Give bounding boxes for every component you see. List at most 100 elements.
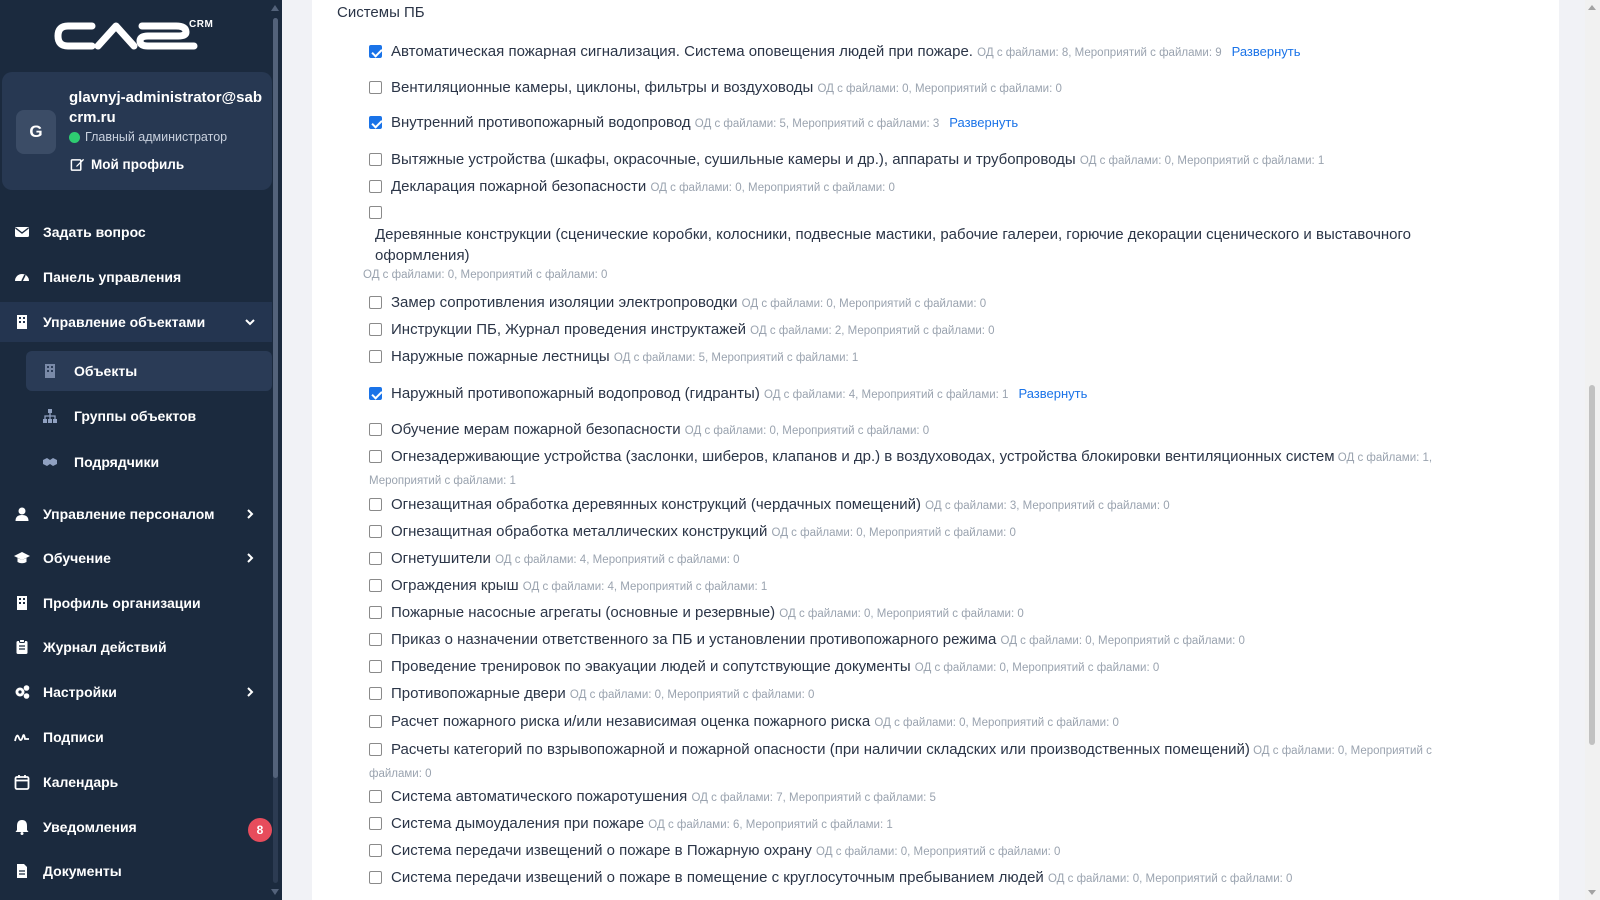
item-checkbox[interactable] bbox=[369, 552, 382, 565]
nav-documents[interactable]: Документы bbox=[0, 851, 272, 891]
item-checkbox[interactable] bbox=[369, 180, 382, 193]
nav-action-log[interactable]: Журнал действий bbox=[0, 627, 272, 667]
item-checkbox[interactable] bbox=[369, 350, 382, 363]
scroll-up-arrow-icon[interactable] bbox=[271, 5, 279, 11]
nav-training-label: Обучение bbox=[43, 550, 111, 566]
item-checkbox[interactable] bbox=[369, 817, 382, 830]
nav-signatures-label: Подписи bbox=[43, 729, 104, 745]
nav-calendar[interactable]: Календарь bbox=[0, 762, 272, 802]
chevron-down-icon bbox=[245, 319, 255, 326]
item-checkbox[interactable] bbox=[369, 871, 382, 884]
nav-object-groups[interactable]: Группы объектов bbox=[26, 396, 272, 436]
handshake-icon bbox=[43, 458, 57, 466]
item-file-stats: ОД с файлами: 0, Мероприятий с файлами: … bbox=[771, 527, 1016, 539]
item-checkbox[interactable] bbox=[369, 423, 382, 436]
item-label: Автоматическая пожарная сигнализация. Си… bbox=[391, 43, 973, 60]
sidebar: CRM G glavnyj-administrator@sabcrm.ru Гл… bbox=[0, 0, 282, 900]
item-checkbox[interactable] bbox=[369, 660, 382, 673]
nav-objects-management[interactable]: Управление объектами bbox=[0, 302, 272, 342]
graduation-cap-icon bbox=[14, 552, 30, 564]
nav-ask-question-label: Задать вопрос bbox=[43, 224, 146, 240]
edit-icon bbox=[70, 158, 85, 171]
item-label: Обучение мерам пожарной безопасности bbox=[391, 421, 681, 438]
building-icon bbox=[17, 596, 27, 610]
item-checkbox[interactable] bbox=[369, 579, 382, 592]
item-file-stats: ОД с файлами: 0, Мероприятий с файлами: … bbox=[1047, 873, 1293, 885]
expand-link[interactable]: Развернуть bbox=[1018, 386, 1087, 401]
nav-org-profile[interactable]: Профиль организации bbox=[0, 583, 272, 623]
item-text: Огнетушители ОД с файлами: 4, Мероприяти… bbox=[391, 548, 1496, 571]
nav-settings[interactable]: Настройки bbox=[0, 672, 272, 712]
item-text: Система передачи извещений о пожаре в По… bbox=[391, 840, 1496, 863]
scrollbar-thumb[interactable] bbox=[1589, 385, 1595, 745]
section-title: Системы ПБ bbox=[337, 4, 425, 21]
expand-link[interactable]: Развернуть bbox=[949, 115, 1018, 130]
item-file-stats: ОД с файлами: 0, Мероприятий с файлами: … bbox=[1079, 155, 1325, 167]
item-file-stats: ОД с файлами: 4, Мероприятий с файлами: … bbox=[764, 389, 1009, 401]
item-file-stats: ОД с файлами: 0, Мероприятий с файлами: … bbox=[779, 608, 1024, 620]
scrollbar-thumb[interactable] bbox=[273, 18, 278, 778]
item-label: Огнезащитная обработка деревянных констр… bbox=[391, 496, 921, 513]
item-checkbox[interactable] bbox=[369, 206, 382, 219]
item-label: Огнезадерживающие устройства (заслонки, … bbox=[391, 448, 1335, 465]
scroll-down-arrow-icon[interactable] bbox=[1588, 890, 1596, 895]
item-checkbox[interactable] bbox=[369, 296, 382, 309]
nav-dashboard[interactable]: Панель управления bbox=[0, 257, 272, 297]
item-text: Расчеты категорий по взрывопожарной и по… bbox=[369, 739, 1484, 785]
item-checkbox[interactable] bbox=[369, 790, 382, 803]
nav-notifications[interactable]: Уведомления bbox=[0, 807, 272, 847]
item-text: Приказ о назначении ответственного за ПБ… bbox=[391, 629, 1496, 652]
nav-staff-management[interactable]: Управление персоналом bbox=[0, 494, 272, 534]
item-checkbox[interactable] bbox=[369, 323, 382, 336]
item-checkbox[interactable] bbox=[369, 116, 382, 129]
item-file-stats: ОД с файлами: 0, Мероприятий с файлами: … bbox=[817, 83, 1062, 95]
item-file-stats: ОД с файлами: 7, Мероприятий с файлами: … bbox=[691, 792, 936, 804]
item-text: Огнезадерживающие устройства (заслонки, … bbox=[369, 446, 1484, 492]
item-text: Автоматическая пожарная сигнализация. Си… bbox=[391, 41, 1496, 64]
nav-ask-question[interactable]: Задать вопрос bbox=[0, 212, 272, 252]
avatar[interactable]: G bbox=[16, 110, 56, 154]
my-profile-link[interactable]: Мой профиль bbox=[70, 157, 184, 172]
item-checkbox[interactable] bbox=[369, 633, 382, 646]
item-text: Ограждения крыш ОД с файлами: 4, Меропри… bbox=[391, 575, 1496, 598]
item-checkbox[interactable] bbox=[369, 45, 382, 58]
scroll-up-arrow-icon[interactable] bbox=[1588, 5, 1596, 10]
nav-staff-management-label: Управление персоналом bbox=[43, 506, 215, 522]
calendar-icon bbox=[14, 775, 30, 790]
item-checkbox[interactable] bbox=[369, 687, 382, 700]
nav-action-log-label: Журнал действий bbox=[43, 639, 167, 655]
item-checkbox[interactable] bbox=[369, 81, 382, 94]
item-text: Наружные пожарные лестницы ОД с файлами:… bbox=[391, 346, 1496, 369]
nav-objects[interactable]: Объекты bbox=[26, 351, 272, 391]
item-text: Инструкции ПБ, Журнал проведения инструк… bbox=[391, 319, 1496, 342]
page-scrollbar[interactable] bbox=[1585, 0, 1600, 900]
item-label: Система передачи извещений о пожаре в По… bbox=[391, 842, 812, 859]
item-text: Проведение тренировок по эвакуации людей… bbox=[391, 656, 1496, 679]
nav-training[interactable]: Обучение bbox=[0, 538, 272, 578]
item-checkbox[interactable] bbox=[369, 606, 382, 619]
nav-signatures[interactable]: Подписи bbox=[0, 717, 272, 757]
item-label: Проведение тренировок по эвакуации людей… bbox=[391, 658, 911, 675]
item-label: Огнезащитная обработка металлических кон… bbox=[391, 523, 768, 540]
item-text: Огнезащитная обработка металлических кон… bbox=[391, 521, 1496, 544]
item-label: Система дымоудаления при пожаре bbox=[391, 815, 645, 832]
expand-link[interactable]: Развернуть bbox=[1232, 44, 1301, 59]
item-checkbox[interactable] bbox=[369, 715, 382, 728]
item-checkbox[interactable] bbox=[369, 387, 382, 400]
item-label: Система автоматического пожаротушения bbox=[391, 788, 688, 805]
nav-dashboard-label: Панель управления bbox=[43, 269, 182, 285]
item-file-stats: ОД с файлами: 0, Мероприятий с файлами: … bbox=[363, 269, 608, 281]
sidebar-scrollbar[interactable] bbox=[269, 0, 279, 900]
item-checkbox[interactable] bbox=[369, 844, 382, 857]
item-checkbox[interactable] bbox=[369, 498, 382, 511]
item-file-stats: ОД с файлами: 4, Мероприятий с файлами: … bbox=[495, 554, 740, 566]
signature-icon bbox=[14, 734, 29, 742]
user-icon bbox=[15, 507, 29, 521]
scroll-down-arrow-icon[interactable] bbox=[271, 889, 279, 895]
item-checkbox[interactable] bbox=[369, 153, 382, 166]
nav-contractors[interactable]: Подрядчики bbox=[26, 442, 272, 482]
item-checkbox[interactable] bbox=[369, 525, 382, 538]
item-file-stats: ОД с файлами: 0, Мероприятий с файлами: … bbox=[569, 689, 815, 701]
main-content: Системы ПБ Автоматическая пожарная сигна… bbox=[312, 0, 1559, 900]
building-icon bbox=[45, 364, 55, 378]
